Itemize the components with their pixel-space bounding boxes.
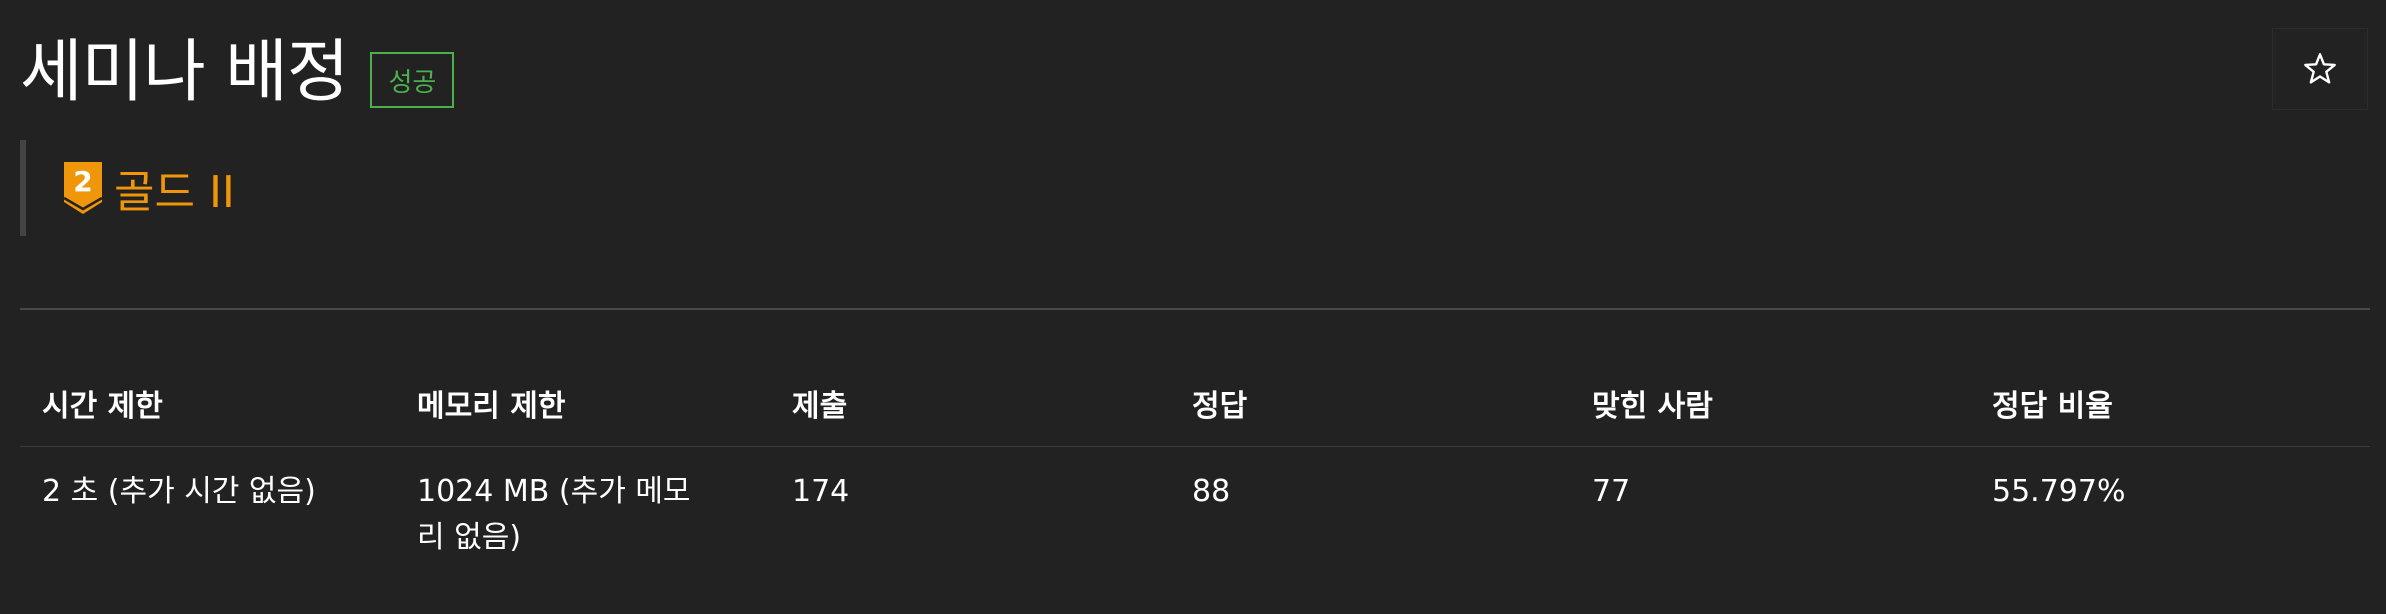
header-accepted: 정답	[1170, 360, 1570, 447]
tier-block: 2 골드 II	[20, 140, 235, 236]
table-row: 2 초 (추가 시간 없음) 1024 MB (추가 메모리 없음) 174 8…	[20, 447, 2370, 562]
header-accept-ratio: 정답 비율	[1970, 360, 2370, 447]
status-badge: 성공	[370, 52, 455, 108]
tier-label: 골드 II	[114, 167, 235, 218]
divider	[20, 308, 2370, 310]
tier-level-number: 2	[73, 165, 92, 198]
cell-accepted: 88	[1192, 474, 1231, 509]
favorite-button[interactable]	[2272, 28, 2368, 110]
header-time-limit: 시간 제한	[20, 360, 395, 447]
cell-memory-limit: 1024 MB (추가 메모리 없음)	[417, 474, 691, 555]
problem-info-table: 시간 제한 메모리 제한 제출 정답 맞힌 사람 정답 비율 2 초 (추가 시…	[20, 360, 2370, 561]
cell-accept-ratio: 55.797%	[1992, 474, 2126, 509]
header-memory-limit: 메모리 제한	[395, 360, 770, 447]
title-row: 세미나 배정 성공	[20, 28, 455, 118]
star-outline-icon	[2304, 53, 2336, 84]
table-header-row: 시간 제한 메모리 제한 제출 정답 맞힌 사람 정답 비율	[20, 360, 2370, 447]
cell-time-limit: 2 초 (추가 시간 없음)	[42, 474, 316, 509]
header-submissions: 제출	[770, 360, 1170, 447]
header-solvers: 맞힌 사람	[1570, 360, 1970, 447]
cell-solvers: 77	[1592, 474, 1631, 509]
page-title: 세미나 배정	[20, 33, 349, 112]
tier-badge-icon: 2	[63, 162, 103, 214]
cell-submissions: 174	[792, 474, 850, 509]
